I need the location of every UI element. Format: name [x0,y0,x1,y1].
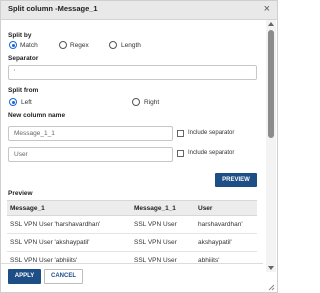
column-header-message-1-1: Message_1_1 [131,200,195,216]
separator-label: Separator [8,55,39,62]
include-separator-label-2: Include separator [188,150,235,156]
radio-left-label: Left [21,99,32,106]
include-separator-label-1: Include separator [188,130,235,136]
preview-table: Message_1 Message_1_1 User SSL VPN User … [7,200,257,270]
scroll-thumb[interactable] [268,30,274,138]
new-column-name-input-2[interactable]: User [8,147,173,162]
cell-message-1: SSL VPN User 'akshaypatil' [7,233,131,252]
radio-regex[interactable] [59,41,67,49]
radio-right[interactable] [132,98,140,106]
dialog-title: Split column -Message_1 [8,4,98,13]
cell-user: akshaypatil' [195,233,257,252]
preview-label: Preview [8,190,33,197]
preview-header-row: Message_1 Message_1_1 User [7,200,257,216]
scroll-down-icon[interactable] [268,266,274,270]
new-column-name-input-1[interactable]: Message_1_1 [8,126,173,141]
radio-left[interactable] [9,98,17,106]
close-icon[interactable]: × [264,3,270,15]
radio-match-label: Match [20,42,38,49]
split-by-label: Split by [8,32,32,39]
column-header-message-1: Message_1 [7,200,131,216]
dialog-titlebar: Split column -Message_1 × [1,1,277,20]
cell-message-1-1: SSL VPN User [131,215,195,234]
table-row: SSL VPN User 'akshaypatil' SSL VPN User … [7,233,257,252]
cell-message-1: SSL VPN User 'harshavardhan' [7,215,131,234]
vertical-scrollbar[interactable] [266,20,276,272]
include-separator-checkbox-2[interactable] [177,150,184,157]
radio-length-label: Length [121,42,141,49]
include-separator-checkbox-1[interactable] [177,130,184,137]
cell-user: harshavardhan' [195,215,257,234]
radio-length[interactable] [109,41,117,49]
cancel-button[interactable]: CANCEL [44,269,83,284]
dialog-content: Split by Match Regex Length Separator ' … [1,20,263,270]
new-column-name-label: New column name [8,112,66,119]
preview-button[interactable]: PREVIEW [215,173,257,187]
split-column-dialog: Split column -Message_1 × Split by Match… [0,0,278,293]
radio-match[interactable] [9,41,17,49]
split-from-label: Split from [8,87,39,94]
column-header-user: User [195,200,257,216]
radio-regex-label: Regex [70,42,89,49]
dialog-footer: APPLY CANCEL [1,263,263,292]
cell-message-1-1: SSL VPN User [131,233,195,252]
separator-input[interactable]: ' [8,65,257,80]
radio-right-label: Right [144,99,160,106]
resize-grip-icon[interactable] [267,283,275,291]
apply-button[interactable]: APPLY [8,269,41,284]
scroll-up-icon[interactable] [268,22,274,26]
table-row: SSL VPN User 'harshavardhan' SSL VPN Use… [7,215,257,234]
